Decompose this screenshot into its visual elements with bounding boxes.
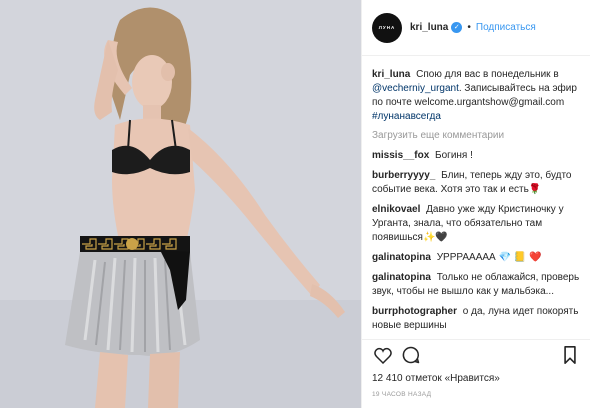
comments-list: kri_luna Спою для вас в понедельник в @v… [362,57,590,339]
caption-username[interactable]: kri_luna [372,69,410,80]
comment-icon[interactable] [400,344,422,366]
avatar-label: ЛУНА [378,25,396,30]
photo-illustration [0,0,361,408]
list-item: missis__fox Богиня ! [372,149,581,163]
follow-button[interactable]: Подписаться [476,22,536,33]
action-bar [362,339,590,370]
avatar[interactable]: ЛУНА [372,12,402,43]
instagram-post: ЛУНА kri_luna ✓ • Подписаться kri_luna С… [0,0,590,408]
list-item: galinatopina Только не облажайся, провер… [372,271,581,299]
list-item: elnikovael Давно уже жду Кристиночку у У… [372,203,581,245]
heart-icon[interactable] [372,344,394,366]
comment-username[interactable]: burrphotographer [372,306,457,317]
comment-username[interactable]: elnikovael [372,204,420,215]
post-sidebar: ЛУНА kri_luna ✓ • Подписаться kri_luna С… [361,0,590,408]
list-item: galinatopina УРРРААААА 💎 📒 ❤️ [372,251,581,265]
username-link[interactable]: kri_luna [410,22,448,33]
verified-badge-icon: ✓ [451,22,463,33]
likes-count[interactable]: 12 410 отметок «Нравится» [372,373,500,384]
caption-hashtag-link[interactable]: #лунанавсегда [372,111,441,122]
bookmark-icon[interactable] [559,344,581,366]
separator-dot: • [467,22,471,33]
list-item: burrphotographer о да, луна идет покорят… [372,305,581,333]
comment-text: УРРРААААА 💎 📒 ❤️ [436,252,542,263]
comment-username[interactable]: galinatopina [372,252,431,263]
post-header: ЛУНА kri_luna ✓ • Подписаться [362,0,590,56]
caption: kri_luna Спою для вас в понедельник в @v… [372,68,581,124]
list-item: burberryyyy_ Блин, теперь жду это, будто… [372,169,581,197]
comment-text: Богиня ! [435,150,473,161]
caption-mention-link[interactable]: @vecherniy_urgant [372,83,459,94]
load-more-comments-button[interactable]: Загрузить еще комментарии [372,130,581,141]
post-timestamp[interactable]: 19 ЧАСОВ НАЗАД [372,391,431,398]
comment-username[interactable]: burberryyyy_ [372,170,435,181]
caption-text: Спою для вас в понедельник в [416,69,559,80]
comment-username[interactable]: missis__fox [372,150,429,161]
post-photo[interactable] [0,0,361,408]
comment-username[interactable]: galinatopina [372,272,431,283]
